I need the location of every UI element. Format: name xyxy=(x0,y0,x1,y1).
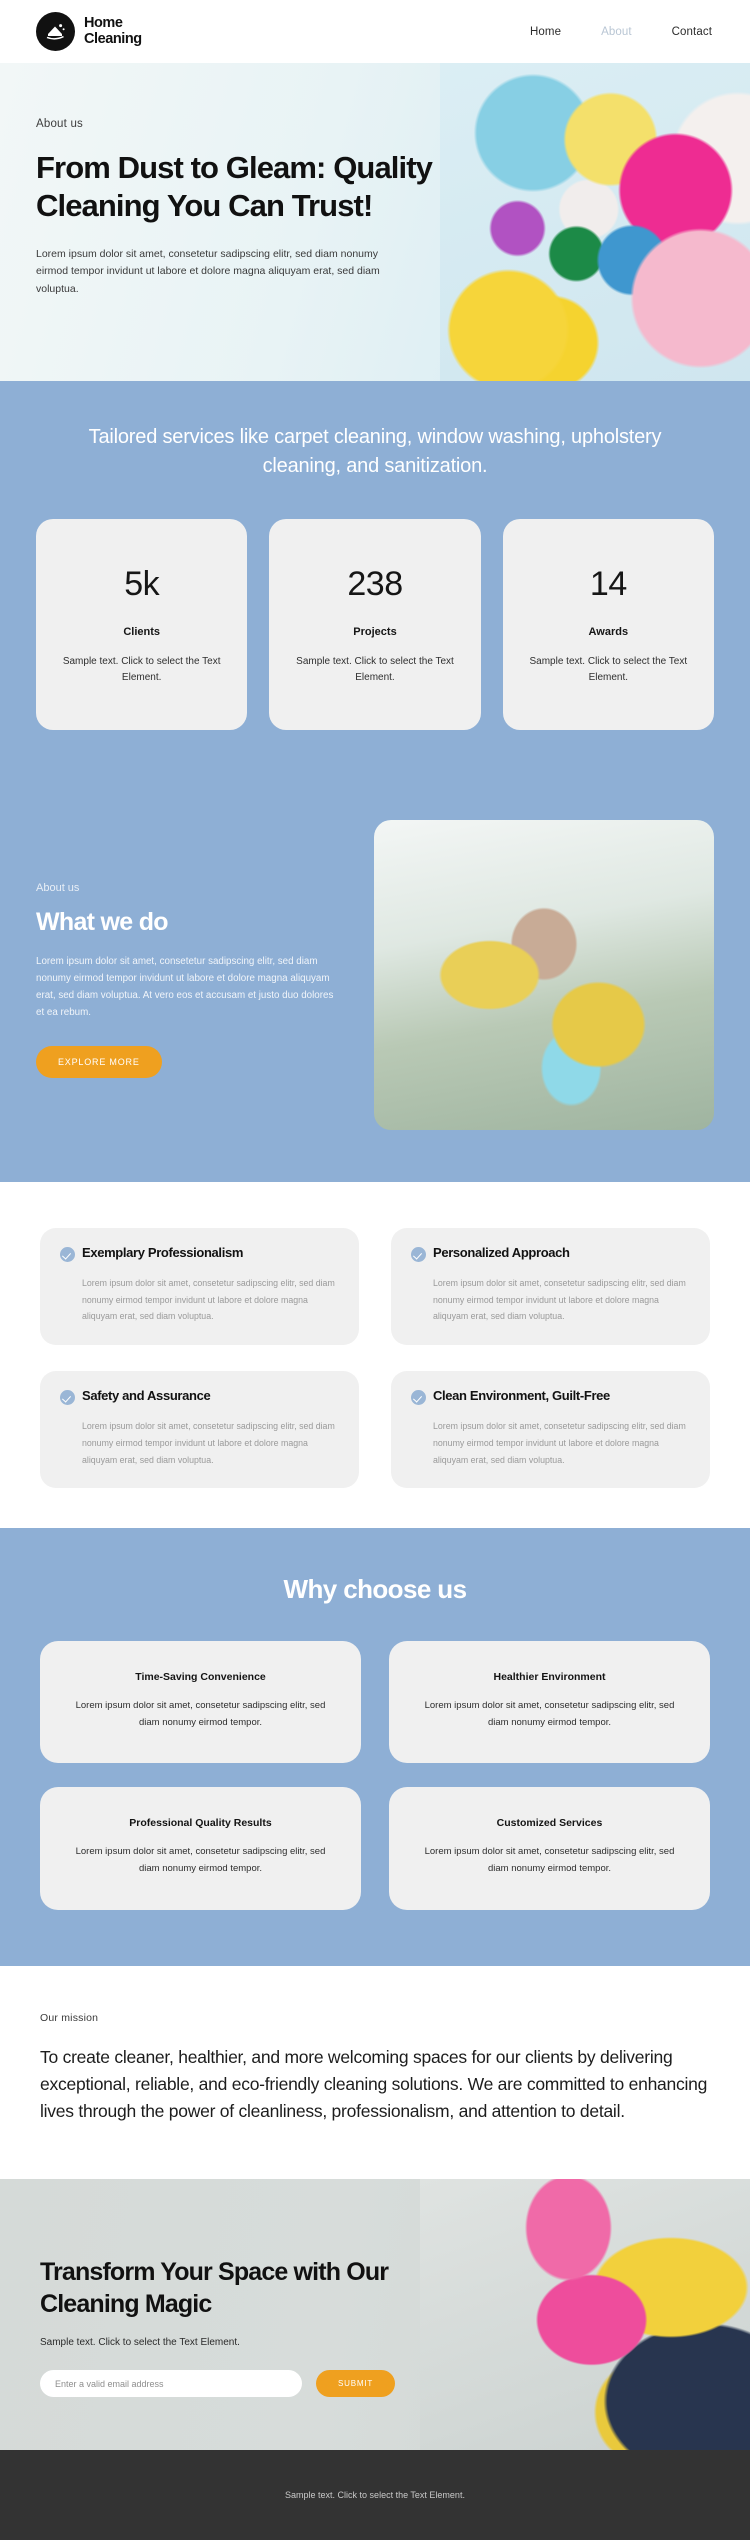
why-card-customized-services: Customized Services Lorem ipsum dolor si… xyxy=(389,1787,710,1910)
stat-number: 14 xyxy=(589,565,627,603)
feature-title: Exemplary Professionalism xyxy=(82,1245,244,1260)
feature-body: Lorem ipsum dolor sit amet, consetetur s… xyxy=(433,1278,686,1322)
why-card-title: Professional Quality Results xyxy=(129,1817,272,1830)
why-choose-us-grid: Time-Saving Convenience Lorem ipsum dolo… xyxy=(40,1641,710,1910)
features-section: Exemplary Professionalism Lorem ipsum do… xyxy=(0,1182,750,1529)
why-choose-us-title: Why choose us xyxy=(283,1574,468,1605)
check-circle-icon xyxy=(411,1247,426,1262)
email-input[interactable] xyxy=(40,2370,302,2398)
brand-logo[interactable]: Home Cleaning xyxy=(36,12,142,51)
what-we-do-image xyxy=(374,820,714,1130)
main-navigation: Home About Contact xyxy=(530,26,712,38)
what-we-do-section: About us What we do Lorem ipsum dolor si… xyxy=(0,784,750,1182)
house-sparkle-icon xyxy=(36,12,75,51)
why-choose-us-section: Why choose us Time-Saving Convenience Lo… xyxy=(0,1528,750,1966)
feature-card-clean-environment-guilt-free: Clean Environment, Guilt-Free Lorem ipsu… xyxy=(391,1371,710,1489)
hero-paragraph: Lorem ipsum dolor sit amet, consetetur s… xyxy=(36,248,380,295)
stat-label: Clients xyxy=(123,626,160,638)
site-footer: Sample text. Click to select the Text El… xyxy=(0,2450,750,2540)
feature-card-safety-and-assurance: Safety and Assurance Lorem ipsum dolor s… xyxy=(40,1371,359,1489)
feature-body: Lorem ipsum dolor sit amet, consetetur s… xyxy=(433,1421,686,1465)
feature-body: Lorem ipsum dolor sit amet, consetetur s… xyxy=(82,1278,335,1322)
feature-card-personalized-approach: Personalized Approach Lorem ipsum dolor … xyxy=(391,1228,710,1346)
nav-item-home[interactable]: Home xyxy=(530,26,561,38)
hero-title: From Dust to Gleam: Quality Cleaning You… xyxy=(36,150,433,223)
footer-text: Sample text. Click to select the Text El… xyxy=(285,2490,465,2501)
why-card-body: Lorem ipsum dolor sit amet, consetetur s… xyxy=(75,1700,326,1728)
hero-section: About us From Dust to Gleam: Quality Cle… xyxy=(0,63,750,381)
check-circle-icon xyxy=(60,1390,75,1406)
why-card-time-saving-convenience: Time-Saving Convenience Lorem ipsum dolo… xyxy=(40,1641,361,1764)
mission-section: Our mission To create cleaner, healthier… xyxy=(0,1965,750,2180)
stat-card-awards: 14 Awards Sample text. Click to select t… xyxy=(502,519,714,730)
feature-body: Lorem ipsum dolor sit amet, consetetur s… xyxy=(82,1421,335,1465)
feature-card-exemplary-professionalism: Exemplary Professionalism Lorem ipsum do… xyxy=(40,1228,359,1346)
why-card-body: Lorem ipsum dolor sit amet, consetetur s… xyxy=(424,1700,675,1728)
nav-item-about[interactable]: About xyxy=(601,26,632,38)
submit-button[interactable]: SUBMIT xyxy=(316,2370,396,2398)
stats-lead-text: Tailored services like carpet cleaning, … xyxy=(88,426,662,477)
feature-title: Clean Environment, Guilt-Free xyxy=(433,1388,610,1404)
cta-section: Transform Your Space with Our Cleaning M… xyxy=(0,2179,750,2451)
cta-title: Transform Your Space with Our Cleaning M… xyxy=(40,2258,389,2318)
stat-card-clients: 5k Clients Sample text. Click to select … xyxy=(36,519,248,730)
brand-name-line1: Home xyxy=(84,15,123,32)
check-circle-icon xyxy=(411,1390,426,1406)
stat-description: Sample text. Click to select the Text El… xyxy=(529,656,688,683)
what-we-do-paragraph: Lorem ipsum dolor sit amet, consetetur s… xyxy=(36,956,334,1019)
why-card-title: Healthier Environment xyxy=(493,1671,606,1684)
why-card-healthier-environment: Healthier Environment Lorem ipsum dolor … xyxy=(389,1641,710,1764)
stat-description: Sample text. Click to select the Text El… xyxy=(62,656,221,683)
landing-page: Home Cleaning Home About Contact About u… xyxy=(0,0,750,2540)
newsletter-form: SUBMIT xyxy=(40,2370,420,2398)
stat-label: Projects xyxy=(353,626,397,638)
stat-label: Awards xyxy=(588,626,629,638)
mission-eyebrow: Our mission xyxy=(40,2011,99,2024)
mission-text: To create cleaner, healthier, and more w… xyxy=(40,2046,708,2121)
stat-card-projects: 238 Projects Sample text. Click to selec… xyxy=(269,519,481,730)
stats-card-row: 5k Clients Sample text. Click to select … xyxy=(36,519,714,730)
brand-name-line2: Cleaning xyxy=(84,30,142,47)
features-grid: Exemplary Professionalism Lorem ipsum do… xyxy=(40,1228,710,1489)
nav-item-contact[interactable]: Contact xyxy=(672,26,712,38)
hero-eyebrow: About us xyxy=(36,118,83,130)
check-circle-icon xyxy=(60,1247,75,1262)
cta-subtitle: Sample text. Click to select the Text El… xyxy=(40,2337,240,2349)
why-card-title: Time-Saving Convenience xyxy=(135,1671,266,1684)
what-we-do-eyebrow: About us xyxy=(36,882,80,894)
what-we-do-title: What we do xyxy=(36,908,169,936)
stat-description: Sample text. Click to select the Text El… xyxy=(296,656,454,683)
stats-section: Tailored services like carpet cleaning, … xyxy=(0,381,750,784)
why-card-professional-quality-results: Professional Quality Results Lorem ipsum… xyxy=(40,1787,361,1910)
cta-image xyxy=(420,2179,750,2451)
feature-title: Personalized Approach xyxy=(433,1245,570,1260)
explore-more-button[interactable]: EXPLORE MORE xyxy=(36,1045,162,1078)
feature-title: Safety and Assurance xyxy=(82,1388,211,1404)
site-header: Home Cleaning Home About Contact xyxy=(0,0,750,63)
why-card-body: Lorem ipsum dolor sit amet, consetetur s… xyxy=(75,1846,326,1875)
stat-number: 5k xyxy=(124,565,160,603)
stat-number: 238 xyxy=(347,565,403,603)
why-card-title: Customized Services xyxy=(496,1817,603,1830)
hero-image xyxy=(440,63,750,381)
why-card-body: Lorem ipsum dolor sit amet, consetetur s… xyxy=(424,1846,675,1875)
brand-name: Home Cleaning xyxy=(84,16,142,46)
